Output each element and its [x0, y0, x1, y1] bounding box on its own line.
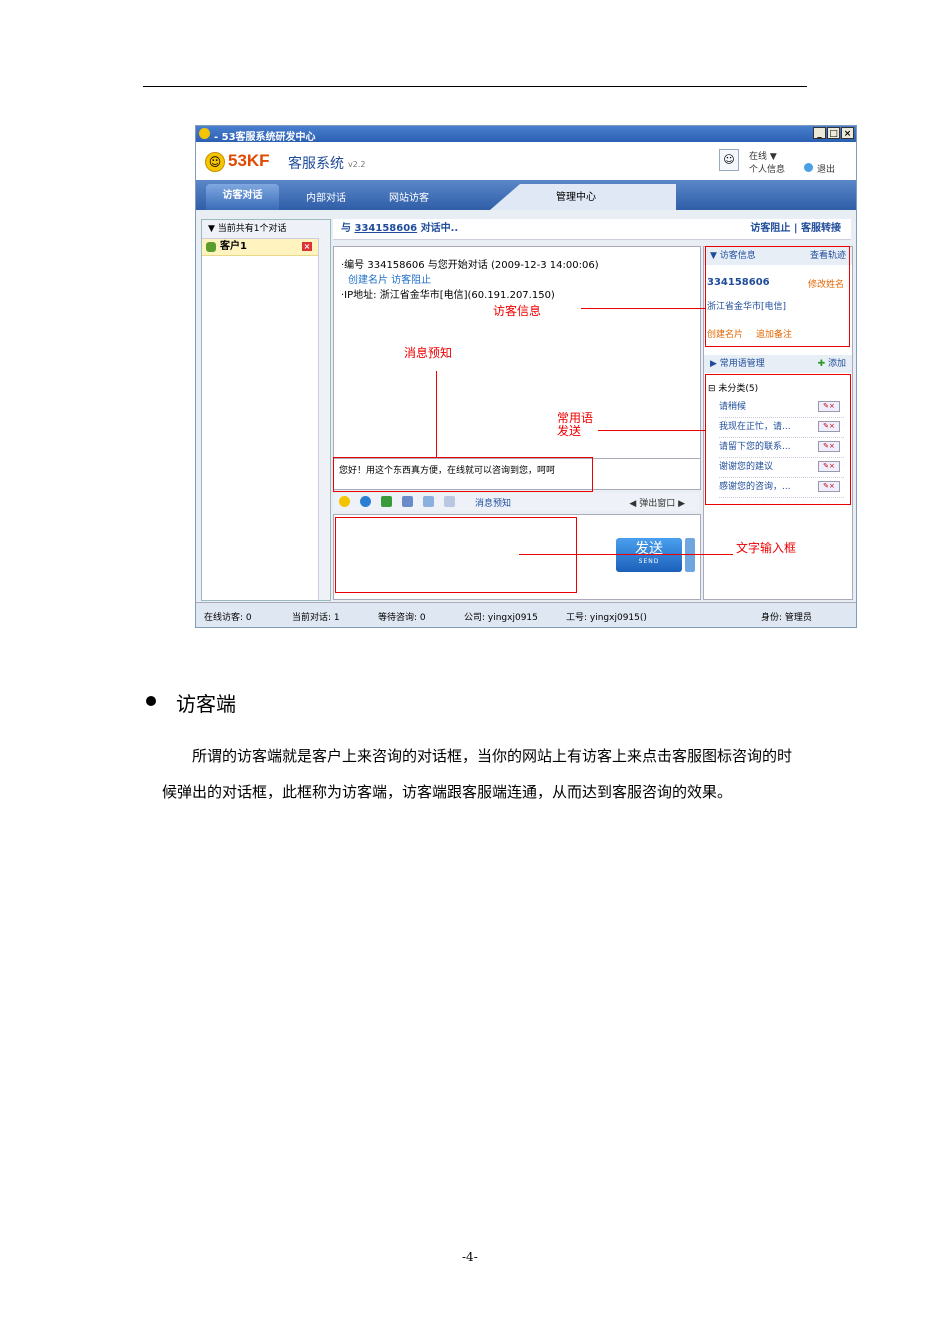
annotation-box-input	[335, 517, 577, 593]
smiley-logo-icon: ☺	[205, 152, 225, 172]
popup-window-link[interactable]: ◀ 弹出窗口 ▶	[629, 496, 685, 509]
annotation-line	[519, 554, 733, 555]
tab-internal-chat[interactable]: 内部对话	[306, 189, 346, 204]
window-title: - 53客服系统研发中心	[214, 132, 316, 143]
annotation-line	[436, 371, 437, 457]
version: v2.2	[348, 160, 366, 169]
chat-links[interactable]: 创建名片 访客阻止	[348, 271, 431, 286]
user-icon[interactable]: ☺	[719, 149, 739, 171]
section-paragraph: 所谓的访客端就是客户上来咨询的对话框，当你的网站上有访客上来点击客服图标咨询的时…	[162, 747, 793, 801]
preview-toggle[interactable]: 消息预知	[475, 496, 511, 509]
tab-site-visitors[interactable]: 网站访客	[389, 189, 429, 204]
company: 公司: yingxj0915	[464, 613, 538, 623]
annotation-box-visitor-info	[705, 246, 850, 347]
app-header: ☺ 53KF 客服系统 v2.2 ☺ 在线 ▼ 个人信息 退出	[196, 142, 856, 180]
send-button[interactable]: 发送 SEND	[616, 538, 682, 572]
visitor-id-link[interactable]: 334158606	[354, 223, 417, 234]
title-bar: - 53客服系统研发中心 _ □ ×	[196, 126, 856, 143]
emoji-icon[interactable]	[339, 496, 350, 507]
product-name: 客服系统	[288, 156, 344, 172]
window-controls: _ □ ×	[813, 127, 854, 139]
client-avatar-icon	[206, 242, 216, 252]
list-scrollbar[interactable]	[318, 238, 330, 600]
logout-link[interactable]: 退出	[817, 162, 835, 175]
minimize-button[interactable]: _	[813, 127, 826, 139]
annotation-preview: 消息预知	[404, 346, 453, 360]
role: 身份: 管理员	[761, 613, 812, 623]
annotation-visitor-info: 访客信息	[493, 304, 542, 318]
logout-icon	[804, 163, 813, 172]
top-rule	[143, 86, 807, 87]
online-status[interactable]: 在线 ▼	[749, 149, 777, 162]
send-options-icon[interactable]	[685, 538, 695, 572]
chat-header: 与 334158606 对话中.. 访客阻止 | 客服转接	[333, 219, 851, 240]
preview-icon[interactable]	[444, 496, 455, 507]
waiting-count: 等待咨询: 0	[378, 613, 426, 623]
page-number: -4-	[462, 1250, 478, 1264]
screenshot-icon[interactable]	[402, 496, 413, 507]
conversation-list: ▼ 当前共有1个对话 客户1 ×	[201, 219, 331, 601]
chat-line: ·IP地址: 浙江省金华市[电信](60.191.207.150)	[341, 290, 555, 301]
main-tabs: 访客对话 内部对话 网站访客 管理中心	[196, 180, 856, 210]
annotation-input-box: 文字输入框	[734, 539, 807, 560]
section-heading: 访客端	[176, 692, 236, 716]
smiley-icon	[199, 128, 210, 139]
maximize-button[interactable]: □	[827, 127, 840, 139]
bullet-icon	[146, 696, 156, 706]
chat-actions[interactable]: 访客阻止 | 客服转接	[750, 219, 841, 239]
brand: 53KF	[228, 151, 270, 170]
conversation-count[interactable]: ▼ 当前共有1个对话	[202, 220, 330, 239]
browser-icon[interactable]	[360, 496, 371, 507]
tab-management[interactable]: 管理中心	[490, 184, 676, 210]
image-icon[interactable]	[381, 496, 392, 507]
chat-log: ·编号 334158606 与您开始对话 (2009-12-3 14:00:06…	[333, 246, 701, 460]
add-phrase-button[interactable]: ✚ 添加	[818, 355, 846, 373]
close-conversation-icon[interactable]: ×	[302, 242, 312, 251]
online-visitors: 在线访客: 0	[204, 613, 252, 623]
annotation-phrase-send: 常用语 发送	[557, 411, 594, 438]
chat-toolbar: 消息预知 ◀ 弹出窗口 ▶	[333, 493, 699, 511]
client-item[interactable]: 客户1 ×	[202, 239, 330, 256]
annotation-box-phrases	[705, 374, 851, 505]
chat-line: ·编号 334158606 与您开始对话 (2009-12-3 14:00:06…	[341, 260, 599, 271]
annotation-line	[598, 430, 705, 431]
agent-id: 工号: yingxj0915()	[566, 613, 647, 623]
current-chats: 当前对话: 1	[292, 613, 340, 623]
annotation-box-preview	[333, 457, 593, 492]
client-window-screenshot: - 53客服系统研发中心 _ □ × ☺ 53KF 客服系统 v2.2 ☺ 在线…	[195, 125, 857, 628]
file-icon[interactable]	[423, 496, 434, 507]
tab-visitor-chat[interactable]: 访客对话	[206, 184, 279, 210]
phrase-header: ▶ 常用语管理 ✚ 添加	[704, 355, 852, 373]
close-button[interactable]: ×	[841, 127, 854, 139]
profile-link[interactable]: 个人信息	[749, 162, 785, 175]
annotation-line	[581, 308, 705, 309]
status-bar: 在线访客: 0 当前对话: 1 等待咨询: 0 公司: yingxj0915 工…	[196, 602, 856, 627]
